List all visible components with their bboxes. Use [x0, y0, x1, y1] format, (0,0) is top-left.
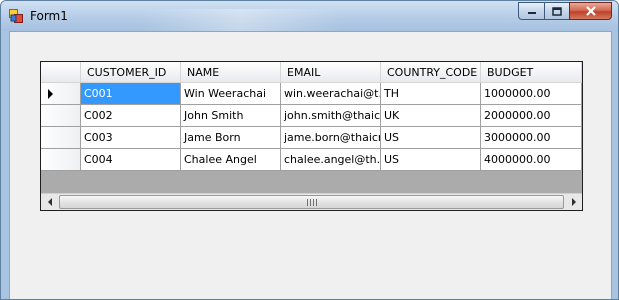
scrollbar-grip-icon [306, 199, 317, 206]
scroll-right-button[interactable] [565, 194, 582, 210]
main-window: Form1 CUSTOMER_ID NAME EMAIL COUNTRY_COD… [0, 0, 619, 300]
row-header[interactable] [41, 149, 81, 171]
cell-customer-id[interactable]: C001 [81, 83, 181, 105]
close-icon [585, 6, 596, 16]
minimize-icon [527, 12, 536, 14]
table-row[interactable]: C003 Jame Born jame.born@thaicr... US 30… [41, 127, 582, 149]
cell-customer-id[interactable]: C003 [81, 127, 181, 149]
maximize-button[interactable] [544, 2, 569, 20]
arrow-right-icon [571, 198, 576, 206]
background-window-ghost [141, 9, 341, 31]
column-header-row: CUSTOMER_ID NAME EMAIL COUNTRY_CODE BUDG… [41, 62, 582, 83]
cell-email[interactable]: jame.born@thaicr... [281, 127, 381, 149]
cell-name[interactable]: Win Weerachai [181, 83, 281, 105]
cell-country-code[interactable]: UK [381, 105, 481, 127]
cell-country-code[interactable]: TH [381, 83, 481, 105]
column-header-budget[interactable]: BUDGET [481, 62, 582, 83]
column-header-email[interactable]: EMAIL [281, 62, 381, 83]
winforms-app-icon [9, 9, 23, 23]
cell-customer-id[interactable]: C004 [81, 149, 181, 171]
scroll-left-button[interactable] [41, 194, 58, 210]
cell-country-code[interactable]: US [381, 149, 481, 171]
cell-email[interactable]: john.smith@thaic... [281, 105, 381, 127]
column-header-country-code[interactable]: COUNTRY_CODE [381, 62, 481, 83]
current-row-arrow-icon [48, 89, 53, 99]
caption-buttons [518, 2, 612, 21]
column-header-customer-id[interactable]: CUSTOMER_ID [81, 62, 181, 83]
arrow-left-icon [47, 198, 52, 206]
table-row[interactable]: C002 John Smith john.smith@thaic... UK 2… [41, 105, 582, 127]
cell-budget[interactable]: 2000000.00 [481, 105, 582, 127]
cell-budget[interactable]: 4000000.00 [481, 149, 582, 171]
title-bar[interactable]: Form1 [1, 1, 618, 31]
cell-name[interactable]: John Smith [181, 105, 281, 127]
table-row[interactable]: C004 Chalee Angel chalee.angel@th... US … [41, 149, 582, 171]
cell-email[interactable]: win.weerachai@t... [281, 83, 381, 105]
close-button[interactable] [569, 2, 612, 20]
row-header[interactable] [41, 105, 81, 127]
row-header[interactable] [41, 83, 81, 105]
scrollbar-thumb[interactable] [59, 195, 564, 209]
column-header-name[interactable]: NAME [181, 62, 281, 83]
cell-budget[interactable]: 3000000.00 [481, 127, 582, 149]
customer-data-grid[interactable]: CUSTOMER_ID NAME EMAIL COUNTRY_CODE BUDG… [40, 61, 583, 211]
cell-budget[interactable]: 1000000.00 [481, 83, 582, 105]
table-row[interactable]: C001 Win Weerachai win.weerachai@t... TH… [41, 83, 582, 105]
row-header[interactable] [41, 127, 81, 149]
window-title: Form1 [30, 9, 68, 23]
cell-email[interactable]: chalee.angel@th... [281, 149, 381, 171]
cell-customer-id[interactable]: C002 [81, 105, 181, 127]
minimize-button[interactable] [518, 2, 544, 20]
grid-corner-header[interactable] [41, 62, 81, 83]
cell-name[interactable]: Chalee Angel [181, 149, 281, 171]
maximize-icon [552, 6, 562, 16]
cell-name[interactable]: Jame Born [181, 127, 281, 149]
cell-country-code[interactable]: US [381, 127, 481, 149]
horizontal-scrollbar[interactable] [41, 193, 582, 210]
